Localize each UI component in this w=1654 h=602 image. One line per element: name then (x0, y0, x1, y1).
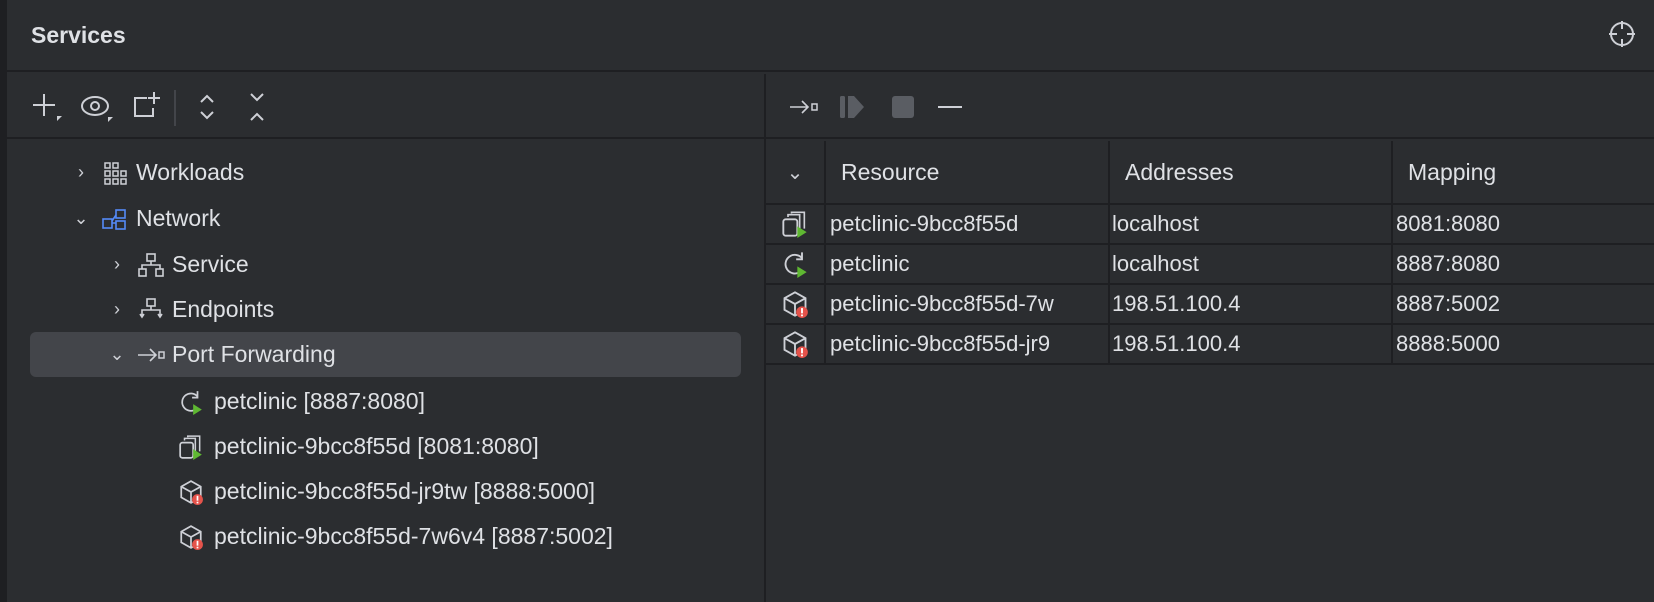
tree-label: Service (172, 251, 249, 277)
minus-icon[interactable] (936, 92, 964, 122)
tree-label: petclinic [8887:8080] (214, 388, 425, 414)
locate-icon[interactable] (1608, 20, 1636, 48)
cell-address: localhost (1110, 245, 1393, 283)
tree-label: Network (136, 205, 221, 231)
pod-error-icon (178, 479, 204, 505)
tree-label: petclinic-9bcc8f55d-jr9tw [8888:5000] (214, 478, 596, 504)
chevron-down-icon[interactable]: ⌄ (766, 141, 826, 203)
table-row[interactable]: petclinic-9bcc8f55d-7w 198.51.100.4 8887… (766, 285, 1654, 325)
chevron-right-icon[interactable]: › (106, 254, 128, 275)
cell-mapping: 8887:8080 (1396, 251, 1500, 276)
tree-label: Port Forwarding (172, 341, 336, 367)
service-running-icon (178, 389, 204, 415)
tree-item-port-forwarding[interactable]: ⌄ Port Forwarding (106, 332, 336, 377)
tree-item-workloads[interactable]: › Workloads (70, 150, 244, 195)
cell-resource: petclinic (826, 245, 1110, 283)
tree-item-forward[interactable]: petclinic-9bcc8f55d-7w6v4 [8887:5002] (178, 514, 613, 559)
chevron-right-icon[interactable]: › (106, 299, 128, 320)
port-forward-icon[interactable] (788, 92, 820, 122)
cell-resource: petclinic-9bcc8f55d-jr9 (826, 325, 1110, 363)
panel-title: Services (31, 22, 126, 48)
replicaset-running-icon (178, 434, 204, 460)
cell-resource: petclinic-9bcc8f55d-7w (826, 285, 1110, 323)
column-header-resource[interactable]: Resource (826, 141, 1110, 203)
tree-label: petclinic-9bcc8f55d-7w6v4 [8887:5002] (214, 523, 613, 549)
cell-address: 198.51.100.4 (1110, 285, 1393, 323)
expand-all-icon[interactable] (193, 90, 221, 124)
cell-mapping: 8081:8080 (1396, 211, 1500, 236)
cell-address: 198.51.100.4 (1110, 325, 1393, 363)
workloads-icon (100, 161, 130, 185)
chevron-down-icon[interactable]: ⌄ (106, 344, 128, 365)
tree-label: petclinic-9bcc8f55d [8081:8080] (214, 433, 539, 459)
tree-item-service[interactable]: › Service (106, 242, 249, 287)
add-icon[interactable] (29, 90, 63, 124)
chevron-down-icon[interactable]: ⌄ (70, 208, 92, 229)
tree-item-network[interactable]: ⌄ Network (70, 196, 220, 241)
new-group-icon[interactable] (129, 90, 163, 124)
cell-resource: petclinic-9bcc8f55d (826, 205, 1110, 243)
tree-item-forward[interactable]: petclinic-9bcc8f55d [8081:8080] (178, 424, 539, 469)
collapse-all-icon[interactable] (243, 90, 271, 124)
toolbar-separator (174, 90, 176, 126)
left-edge (0, 0, 7, 602)
tree-label: Endpoints (172, 296, 275, 322)
cell-mapping: 8887:5002 (1396, 291, 1500, 316)
service-running-icon (781, 250, 809, 278)
table-header: ⌄ Resource Addresses Mapping (766, 141, 1654, 205)
table-row[interactable]: petclinic localhost 8887:8080 (766, 245, 1654, 285)
cell-address: localhost (1110, 205, 1393, 243)
pod-error-icon (781, 290, 809, 318)
replicaset-running-icon (781, 210, 809, 238)
tree-label: Workloads (136, 159, 245, 185)
service-icon (136, 252, 166, 278)
cell-mapping: 8888:5000 (1396, 331, 1500, 356)
chevron-right-icon[interactable]: › (70, 162, 92, 183)
tree-toolbar (7, 74, 765, 139)
port-forward-table: ⌄ Resource Addresses Mapping petclinic-9… (766, 141, 1654, 365)
network-icon (100, 207, 130, 231)
detail-toolbar (766, 74, 1654, 139)
table-row[interactable]: petclinic-9bcc8f55d localhost 8081:8080 (766, 205, 1654, 245)
panel-header: Services (7, 0, 1654, 72)
column-header-mapping[interactable]: Mapping (1393, 141, 1654, 203)
tree-item-forward[interactable]: petclinic-9bcc8f55d-jr9tw [8888:5000] (178, 469, 595, 514)
endpoints-icon (136, 297, 166, 323)
tree-item-endpoints[interactable]: › Endpoints (106, 287, 274, 332)
tree-item-forward[interactable]: petclinic [8887:8080] (178, 379, 425, 424)
eye-icon[interactable] (79, 90, 115, 124)
column-header-addresses[interactable]: Addresses (1110, 141, 1393, 203)
pod-error-icon (781, 330, 809, 358)
pod-error-icon (178, 524, 204, 550)
resume-icon[interactable] (838, 92, 868, 122)
table-row[interactable]: petclinic-9bcc8f55d-jr9 198.51.100.4 888… (766, 325, 1654, 365)
stop-icon[interactable] (890, 92, 916, 122)
port-forward-icon (136, 345, 166, 365)
